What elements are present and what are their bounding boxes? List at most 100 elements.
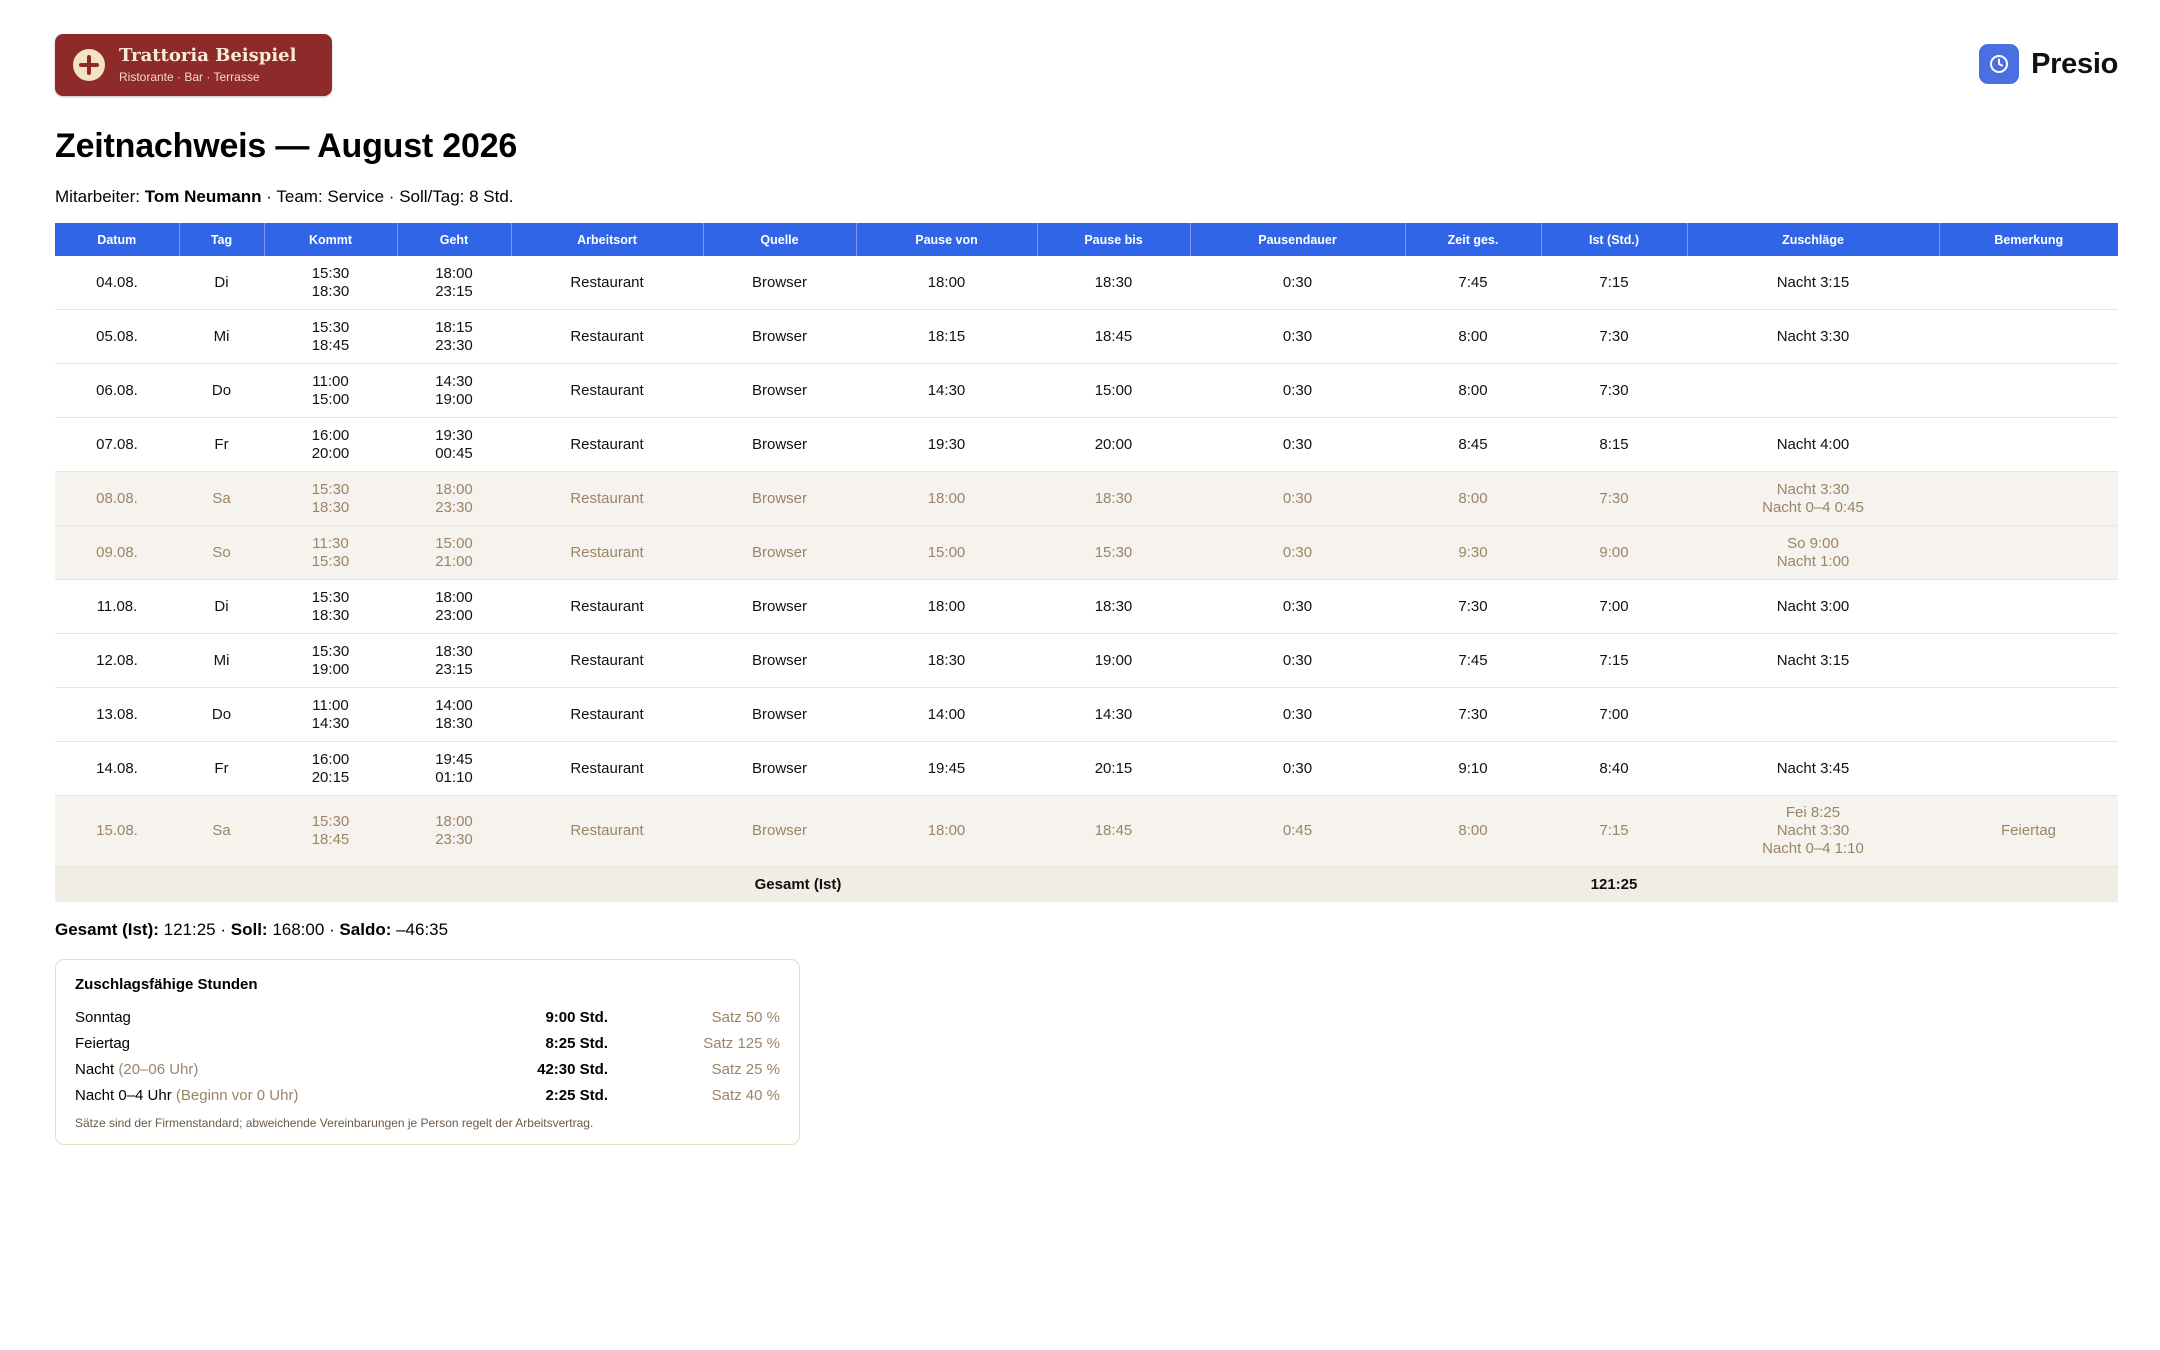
header: Trattoria Beispiel Ristorante · Bar · Te… (55, 34, 2118, 98)
break-end-cell: 18:30 (1037, 579, 1190, 634)
break-duration-cell: 0:30 (1190, 417, 1405, 472)
date-cell: 08.08. (55, 471, 179, 526)
brand: Presio (1979, 44, 2118, 84)
total-time-cell: 9:30 (1405, 525, 1541, 580)
surcharge-cell (1687, 687, 1939, 742)
soll-label: Soll: (230, 920, 268, 939)
column-header: Zuschläge (1687, 223, 1940, 256)
actual-hours-cell: 7:00 (1541, 687, 1687, 742)
total-empty (1687, 866, 2118, 902)
weekday-cell: Mi (179, 309, 264, 364)
column-header: Arbeitsort (511, 223, 704, 256)
surcharge-hours: 42:30 Std. (537, 1060, 608, 1078)
clock-out-line: 19:30 (435, 426, 473, 444)
date-cell: 06.08. (55, 363, 179, 418)
actual-hours-cell: 7:15 (1541, 633, 1687, 688)
clock-out-line: 19:00 (435, 390, 473, 408)
break-end-cell: 18:30 (1037, 471, 1190, 526)
total-value: 121:25 (1541, 866, 1687, 902)
surcharge-row: Feiertag 8:25 Std. Satz 125 % (75, 1030, 780, 1056)
table-row: 12.08. Mi 15:30 19:00 18:30 23:15 Restaurant Br… (55, 633, 2118, 688)
date-cell: 13.08. (55, 687, 179, 742)
surcharge-rate: Satz 25 % (711, 1060, 780, 1078)
soll-value: 168:00 · (267, 920, 340, 939)
break-start-cell: 18:30 (856, 633, 1037, 688)
break-start-cell: 14:30 (856, 363, 1037, 418)
surcharge-cell: Nacht 3:00 (1687, 579, 1939, 634)
surcharge-cell: Nacht 3:45 (1687, 741, 1939, 796)
employee-meta: Mitarbeiter: Tom Neumann · Team: Service… (55, 186, 2118, 208)
surcharge-line: Nacht 0–4 0:45 (1762, 498, 1864, 516)
surcharge-label: Sonntag (75, 1008, 131, 1026)
clock-in-line: 11:00 (312, 696, 349, 714)
surcharge-hint: (20–06 Uhr) (114, 1060, 199, 1078)
total-time-cell: 8:00 (1405, 795, 1541, 867)
employee-meta-rest: · Team: Service · Soll/Tag: 8 Std. (261, 187, 514, 206)
actual-hours-cell: 7:30 (1541, 471, 1687, 526)
surcharge-line: Nacht 3:45 (1776, 759, 1850, 777)
clock-in-line: 15:00 (311, 390, 350, 408)
timesheet-table: Datum Tag Kommt Geht Arbeitsort Quelle Pause v… (55, 223, 2118, 902)
location-cell: Restaurant (511, 633, 703, 688)
date-cell: 09.08. (55, 525, 179, 580)
source-cell: Browser (703, 579, 856, 634)
clock-in-line: 18:30 (311, 282, 350, 300)
clock-out-line: 18:00 (435, 813, 473, 830)
location-cell: Restaurant (511, 795, 703, 867)
table-row: 07.08. Fr 16:00 20:00 19:30 00:45 Restaurant Br… (55, 417, 2118, 472)
total-time-cell: 7:30 (1405, 687, 1541, 742)
surcharge-line: Nacht 3:15 (1776, 651, 1850, 669)
table-row: 08.08. Sa 15:30 18:30 18:00 23:30 Restaurant Br… (55, 471, 2118, 526)
company-logo: Trattoria Beispiel Ristorante · Bar · Te… (55, 34, 332, 96)
table-row: 11.08. Di 15:30 18:30 18:00 23:00 Restaurant Br… (55, 579, 2118, 634)
surcharge-row: Nacht (20–06 Uhr) 42:30 Std. Satz 25 % (75, 1056, 780, 1082)
surcharge-cell: So 9:00 Nacht 1:00 (1687, 525, 1939, 580)
table-row: 04.08. Di 15:30 18:30 18:00 23:15 Restaurant Br… (55, 256, 2118, 310)
clock-out-cell: 18:00 23:30 (397, 471, 511, 526)
actual-hours-cell: 7:15 (1541, 795, 1687, 867)
location-cell: Restaurant (511, 471, 703, 526)
source-cell: Browser (703, 363, 856, 418)
total-time-cell: 8:00 (1405, 363, 1541, 418)
remark-cell (1939, 471, 2118, 526)
surcharge-line: Nacht 0–4 1:10 (1762, 840, 1864, 857)
surcharge-label: Nacht (75, 1060, 115, 1078)
surcharge-hint: (Beginn vor 0 Uhr) (171, 1086, 299, 1104)
surcharge-line: So 9:00 (1787, 534, 1839, 552)
remark-cell (1939, 363, 2118, 418)
source-cell: Browser (703, 633, 856, 688)
date-cell: 12.08. (55, 633, 179, 688)
clock-out-cell: 14:30 19:00 (397, 363, 511, 418)
remark-cell (1939, 256, 2118, 310)
surcharge-cell: Nacht 3:15 (1687, 633, 1939, 688)
clock-in-cell: 16:00 20:15 (264, 741, 397, 796)
clock-in-line: 19:00 (311, 660, 350, 678)
remark-cell (1939, 579, 2118, 634)
column-header: Geht (397, 223, 512, 256)
clock-out-cell: 15:00 21:00 (397, 525, 511, 580)
break-end-cell: 20:15 (1037, 741, 1190, 796)
date-cell: 11.08. (55, 579, 179, 634)
surcharge-line: Nacht 3:30 (1776, 480, 1850, 498)
location-cell: Restaurant (511, 363, 703, 418)
brand-name: Presio (2031, 47, 2118, 80)
weekday-cell: So (179, 525, 264, 580)
clock-out-line: 18:00 (435, 264, 473, 282)
location-cell: Restaurant (511, 525, 703, 580)
source-cell: Browser (703, 525, 856, 580)
total-time-cell: 7:45 (1405, 633, 1541, 688)
clock-in-line: 14:30 (311, 714, 350, 732)
clock-in-line: 15:30 (311, 642, 350, 660)
break-start-cell: 15:00 (856, 525, 1037, 580)
table-row: 09.08. So 11:30 15:30 15:00 21:00 Restaurant Br… (55, 525, 2118, 580)
break-duration-cell: 0:30 (1190, 579, 1405, 634)
table-header: Datum Tag Kommt Geht Arbeitsort Quelle Pause v… (55, 223, 2118, 256)
actual-hours-cell: 7:15 (1541, 256, 1687, 310)
timesheet-page: Trattoria Beispiel Ristorante · Bar · Te… (55, 34, 2118, 1145)
surcharge-cell: Nacht 4:00 (1687, 417, 1939, 472)
surcharge-row: Nacht 0–4 Uhr (Beginn vor 0 Uhr) 2:25 Std… (75, 1082, 780, 1108)
clock-out-line: 18:00 (435, 480, 473, 498)
total-time-cell: 7:45 (1405, 256, 1541, 310)
break-duration-cell: 0:30 (1190, 741, 1405, 796)
saldo-label: Saldo: (339, 920, 392, 939)
